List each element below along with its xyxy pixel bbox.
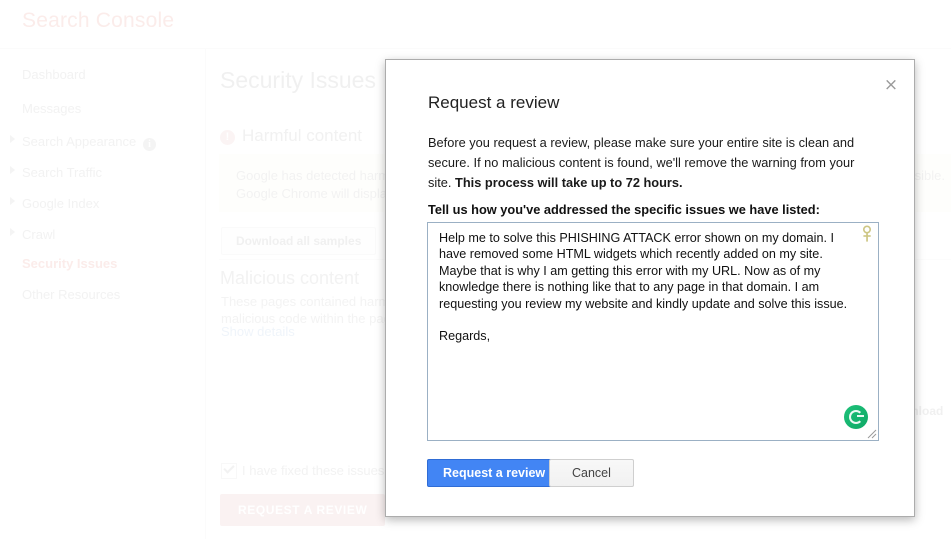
info-icon[interactable]: i	[143, 138, 156, 151]
app-header: Search Console	[0, 0, 951, 49]
dialog-description: Before you request a review, please make…	[428, 133, 880, 193]
dialog-description-emphasis: This process will take up to 72 hours.	[455, 175, 683, 190]
fixed-issues-label: I have fixed these issues	[242, 463, 385, 478]
review-textarea[interactable]: Help me to solve this PHISHING ATTACK er…	[427, 222, 879, 441]
sidebar-item-security-issues[interactable]: Security Issues	[22, 256, 117, 271]
sidebar-item-google-index[interactable]: Google Index	[22, 196, 99, 211]
warning-icon: !	[220, 130, 235, 145]
chevron-right-icon-google-index[interactable]	[10, 197, 15, 205]
sidebar-item-messages[interactable]: Messages	[22, 101, 81, 116]
grammarly-icon[interactable]	[844, 405, 868, 429]
sidebar-item-dashboard[interactable]: Dashboard	[22, 67, 86, 82]
sidebar-item-search-traffic[interactable]: Search Traffic	[22, 165, 102, 180]
sidebar-item-other-resources[interactable]: Other Resources	[22, 287, 120, 302]
show-details-link[interactable]: Show details	[221, 324, 295, 339]
section-title: Malicious content	[220, 268, 360, 288]
fixed-issues-checkbox[interactable]	[221, 463, 237, 479]
resize-handle-icon[interactable]	[866, 428, 877, 439]
sidebar: Dashboard Messages Search Appearance Sea…	[0, 49, 206, 539]
issue-heading: Harmful content	[242, 126, 362, 145]
chevron-right-icon-search-traffic[interactable]	[10, 166, 15, 174]
download-all-samples-button[interactable]: Download all samples	[221, 227, 377, 255]
dialog-title: Request a review	[428, 93, 560, 112]
close-icon[interactable]: ×	[880, 74, 902, 96]
app-title: Search Console	[22, 9, 175, 32]
textarea-label: Tell us how you've addressed the specifi…	[428, 202, 820, 217]
cancel-button[interactable]: Cancel	[549, 459, 634, 487]
pin-icon[interactable]	[860, 225, 874, 243]
request-review-dialog: × Request a review Before you request a …	[385, 59, 915, 517]
request-a-review-button[interactable]: REQUEST A REVIEW	[220, 494, 386, 526]
chevron-right-icon-crawl[interactable]	[10, 228, 15, 236]
chevron-right-icon-search-appearance[interactable]	[10, 135, 15, 143]
review-textarea-value: Help me to solve this PHISHING ATTACK er…	[439, 231, 848, 344]
sidebar-item-crawl[interactable]: Crawl	[22, 227, 55, 242]
page-title: Security Issues	[220, 67, 376, 93]
sidebar-item-search-appearance[interactable]: Search Appearance	[22, 134, 136, 149]
submit-review-button[interactable]: Request a review	[427, 459, 562, 487]
